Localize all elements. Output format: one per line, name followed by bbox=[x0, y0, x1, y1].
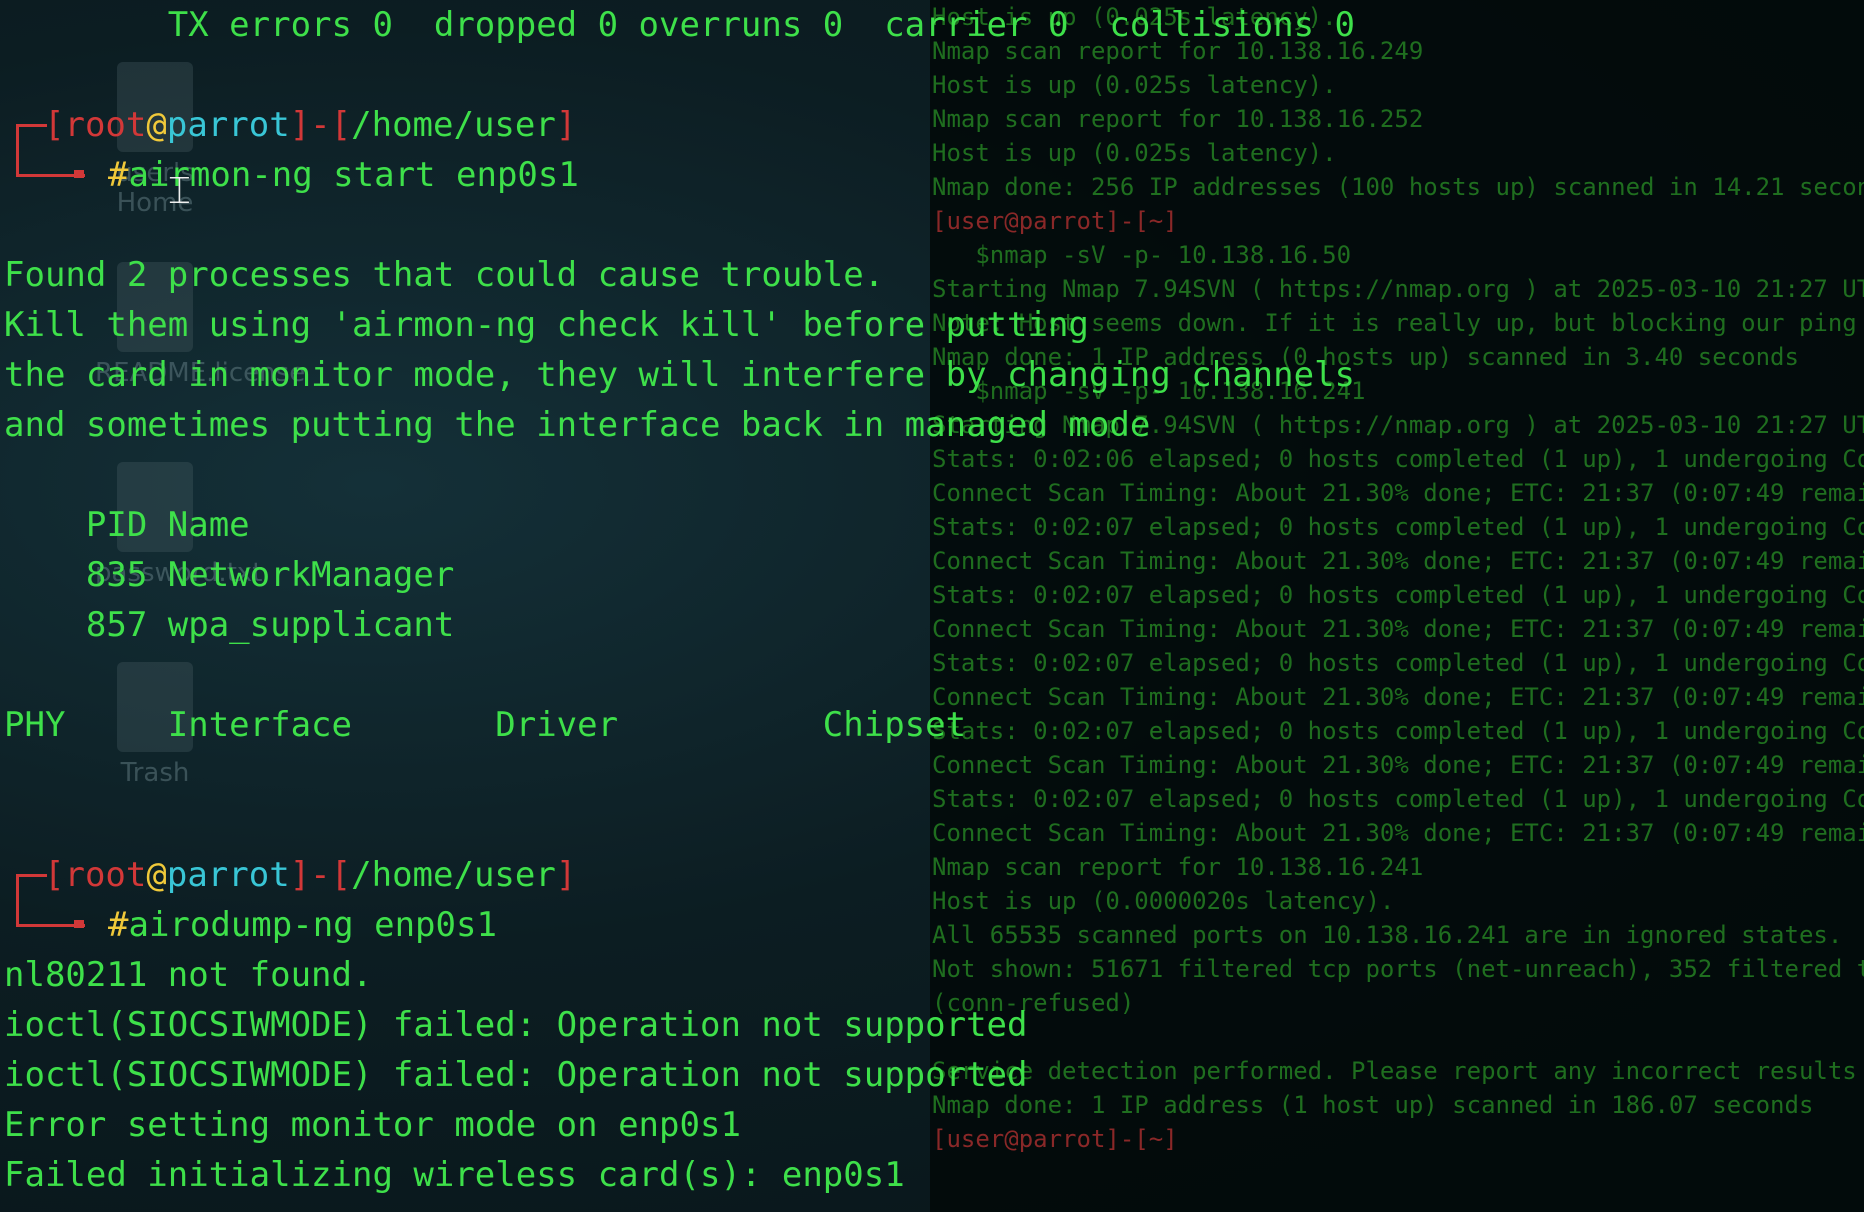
prompt-corner-bottom bbox=[4, 900, 85, 950]
prompt-user: root bbox=[64, 855, 147, 895]
terminal-window[interactable]: TX errors 0 dropped 0 overruns 0 carrier… bbox=[0, 0, 1864, 1212]
terminal-output-line: TX errors 0 dropped 0 overruns 0 carrier… bbox=[4, 5, 1356, 45]
terminal-command-line: #airmon-ng start enp0s1 bbox=[0, 150, 1864, 200]
prompt-host: parrot bbox=[166, 855, 290, 895]
command-airmon: airmon-ng start enp0s1 bbox=[128, 155, 579, 195]
prompt-dash: - bbox=[310, 855, 331, 895]
prompt-at: @ bbox=[146, 105, 167, 145]
prompt-host: parrot bbox=[166, 105, 290, 145]
command-airodump: airodump-ng enp0s1 bbox=[128, 905, 497, 945]
process-row: 857 wpa_supplicant bbox=[4, 605, 455, 645]
terminal-output-line: the card in monitor mode, they will inte… bbox=[4, 355, 1356, 395]
prompt-corner-top bbox=[4, 850, 47, 903]
prompt-user: root bbox=[64, 105, 147, 145]
terminal-output-line: and sometimes putting the interface back… bbox=[4, 405, 1151, 445]
terminal-output-line: nl80211 not found. bbox=[4, 955, 373, 995]
terminal-output-line: Found 2 processes that could cause troub… bbox=[4, 255, 885, 295]
process-row: 835 NetworkManager bbox=[4, 555, 455, 595]
prompt-hash: # bbox=[108, 155, 129, 195]
terminal-error-line: ioctl(SIOCSIWMODE) failed: Operation not… bbox=[4, 1005, 1028, 1045]
process-table-header: PID Name bbox=[4, 505, 250, 545]
prompt-path: /home/user bbox=[351, 855, 556, 895]
phy-table-header: PHY Interface Driver Chipset bbox=[4, 705, 967, 745]
prompt-hash: # bbox=[108, 905, 129, 945]
terminal-prompt-line: [root@parrot]-[/home/user] bbox=[0, 100, 1864, 153]
terminal-prompt-line: [root@parrot]-[/home/user] bbox=[0, 850, 1864, 903]
terminal-command-line: #airodump-ng enp0s1 bbox=[0, 900, 1864, 950]
prompt-corner-top bbox=[4, 100, 47, 153]
prompt-at: @ bbox=[146, 855, 167, 895]
prompt-dash: - bbox=[310, 105, 331, 145]
terminal-error-line: Failed initializing wireless card(s): en… bbox=[4, 1155, 905, 1195]
prompt-path: /home/user bbox=[351, 105, 556, 145]
text-cursor-icon: ⌶ bbox=[168, 168, 191, 212]
terminal-error-line: ioctl(SIOCSIWMODE) failed: Operation not… bbox=[4, 1055, 1028, 1095]
prompt-corner-bottom bbox=[4, 150, 85, 200]
terminal-error-line: Error setting monitor mode on enp0s1 bbox=[4, 1105, 741, 1145]
terminal-output-line: Kill them using 'airmon-ng check kill' b… bbox=[4, 305, 1089, 345]
